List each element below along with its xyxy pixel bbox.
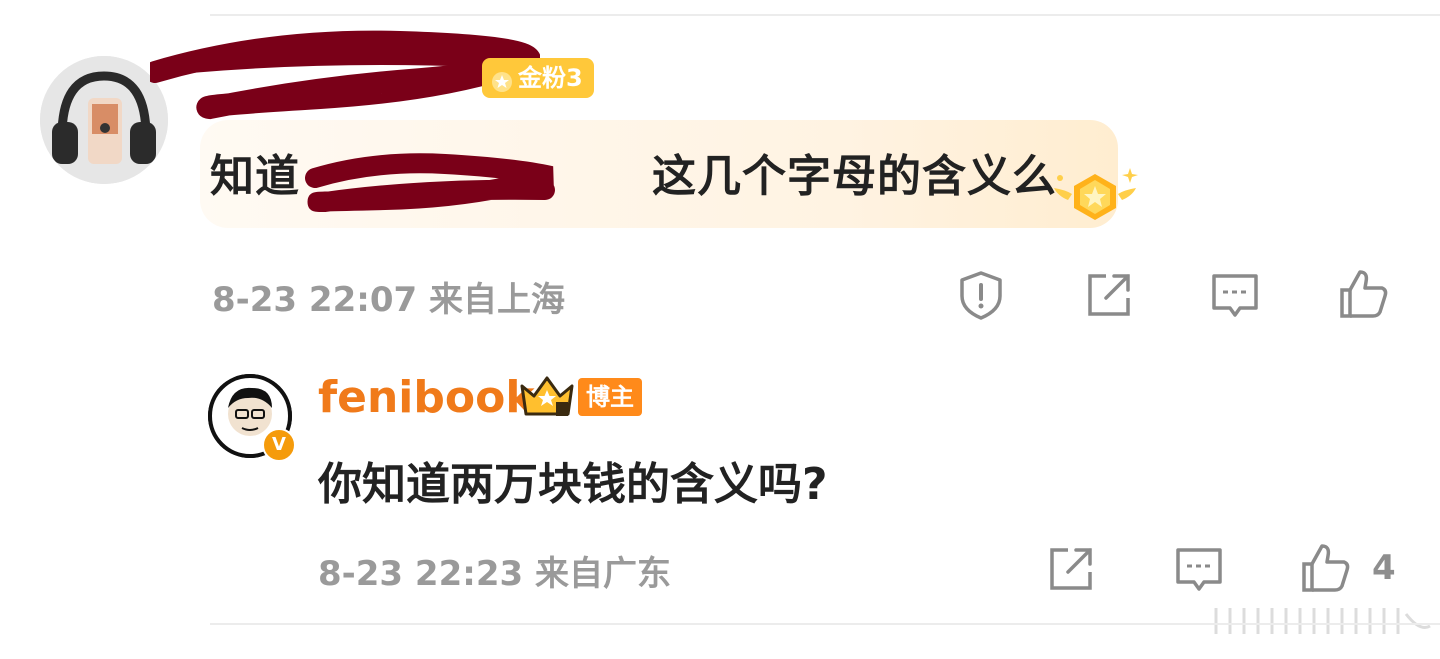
comment-meta: 8-23 22:07 来自上海 bbox=[212, 272, 565, 321]
comment-location: 来自上海 bbox=[429, 280, 565, 320]
comment-timestamp: 8-23 22:07 bbox=[212, 280, 418, 320]
report-button[interactable] bbox=[954, 268, 1008, 322]
fan-level-badge: 金粉3 bbox=[482, 58, 594, 98]
like-icon bbox=[1340, 270, 1388, 318]
watermark-lines bbox=[1214, 608, 1431, 634]
share-icon bbox=[1088, 274, 1130, 316]
crown-icon bbox=[520, 376, 574, 416]
reply-share-button[interactable] bbox=[1044, 542, 1098, 596]
comment-text-end: 这几个字母的含义么 bbox=[652, 151, 1057, 202]
share-button[interactable] bbox=[1082, 268, 1136, 322]
share-icon bbox=[1050, 548, 1092, 590]
like-icon bbox=[1302, 544, 1350, 592]
comment-icon bbox=[1212, 274, 1258, 317]
comment-text-start: 知道 bbox=[210, 151, 300, 202]
comment-icon bbox=[1176, 548, 1222, 591]
comment-button[interactable] bbox=[1208, 268, 1262, 322]
commenter-avatar[interactable] bbox=[40, 56, 168, 184]
reply-location: 来自广东 bbox=[535, 554, 671, 594]
host-badge: 博主 bbox=[578, 378, 642, 416]
reply-timestamp: 8-23 22:23 bbox=[318, 554, 524, 594]
fan-badge-label: 金粉3 bbox=[518, 64, 583, 92]
reply-meta: 8-23 22:23 来自广东 bbox=[318, 546, 671, 595]
top-divider bbox=[210, 14, 1440, 16]
reply-username[interactable]: fenibook bbox=[318, 372, 535, 423]
verified-badge-icon: V bbox=[262, 428, 296, 462]
reply-text: 你知道两万块钱的含义吗? bbox=[318, 459, 828, 510]
bottom-divider bbox=[210, 623, 1440, 625]
reply-like-button[interactable] bbox=[1298, 540, 1352, 594]
reply-like-count: 4 bbox=[1372, 548, 1396, 588]
like-button[interactable] bbox=[1336, 266, 1390, 320]
redacted-comment-text bbox=[305, 153, 555, 213]
fan-badge-icon bbox=[490, 66, 514, 106]
reply-comment-button[interactable] bbox=[1172, 542, 1226, 596]
report-icon bbox=[960, 271, 1002, 320]
gold-fan-medal-icon bbox=[1054, 168, 1138, 220]
